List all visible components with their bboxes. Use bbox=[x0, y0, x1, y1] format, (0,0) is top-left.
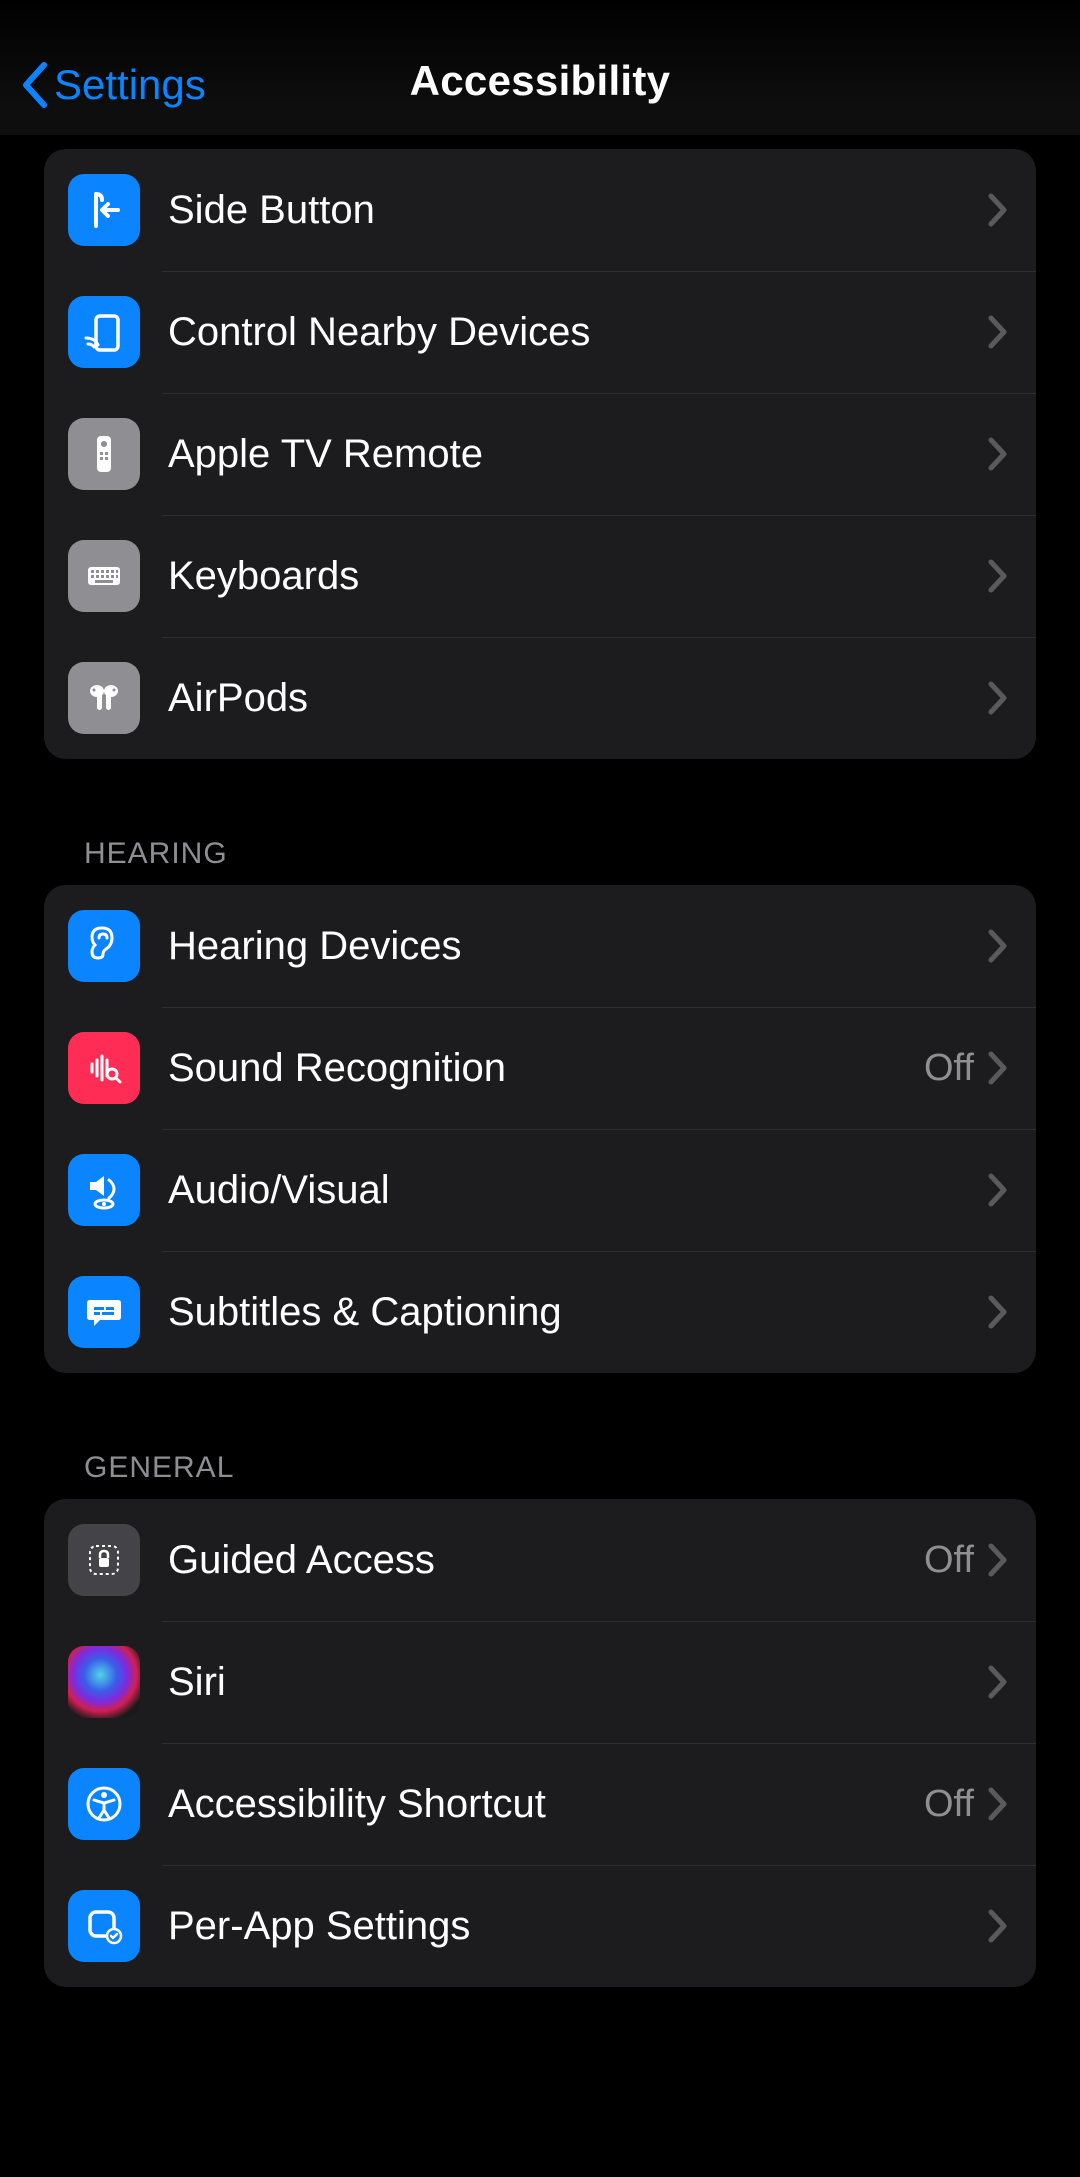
section-header-hearing: Hearing bbox=[84, 837, 1036, 871]
row-label: Sound Recognition bbox=[168, 1046, 924, 1091]
row-label: Audio/Visual bbox=[168, 1168, 988, 1213]
chevron-right-icon bbox=[988, 1173, 1008, 1207]
row-keyboards[interactable]: Keyboards bbox=[44, 515, 1036, 637]
row-label: Control Nearby Devices bbox=[168, 310, 988, 355]
group-general: Guided Access Off Siri Accessibility Sho… bbox=[44, 1499, 1036, 1987]
row-accessibility-shortcut[interactable]: Accessibility Shortcut Off bbox=[44, 1743, 1036, 1865]
row-per-app-settings[interactable]: Per-App Settings bbox=[44, 1865, 1036, 1987]
nav-bar: Settings Accessibility bbox=[0, 0, 1080, 135]
chevron-right-icon bbox=[988, 559, 1008, 593]
row-label: Per-App Settings bbox=[168, 1904, 988, 1949]
chevron-right-icon bbox=[988, 1051, 1008, 1085]
row-sound-recognition[interactable]: Sound Recognition Off bbox=[44, 1007, 1036, 1129]
row-label: Apple TV Remote bbox=[168, 432, 988, 477]
chevron-right-icon bbox=[988, 437, 1008, 471]
row-label: Keyboards bbox=[168, 554, 988, 599]
sound-recognition-icon bbox=[68, 1032, 140, 1104]
group-hearing: Hearing Devices Sound Recognitio bbox=[44, 885, 1036, 1373]
row-label: Accessibility Shortcut bbox=[168, 1782, 924, 1827]
back-label: Settings bbox=[54, 61, 206, 109]
row-hearing-devices[interactable]: Hearing Devices bbox=[44, 885, 1036, 1007]
row-side-button[interactable]: Side Button bbox=[44, 149, 1036, 271]
chevron-right-icon bbox=[988, 1295, 1008, 1329]
hearing-devices-icon bbox=[68, 910, 140, 982]
row-label: Guided Access bbox=[168, 1538, 924, 1583]
row-label: Siri bbox=[168, 1660, 988, 1705]
chevron-right-icon bbox=[988, 681, 1008, 715]
chevron-right-icon bbox=[988, 1909, 1008, 1943]
accessibility-shortcut-icon bbox=[68, 1768, 140, 1840]
chevron-right-icon bbox=[988, 193, 1008, 227]
row-audio-visual[interactable]: Audio/Visual bbox=[44, 1129, 1036, 1251]
per-app-settings-icon bbox=[68, 1890, 140, 1962]
section-header-general: General bbox=[84, 1451, 1036, 1485]
airpods-icon bbox=[68, 662, 140, 734]
group-physical: Side Button Control Nearby Devices bbox=[44, 149, 1036, 759]
chevron-right-icon bbox=[988, 929, 1008, 963]
row-label: Subtitles & Captioning bbox=[168, 1290, 988, 1335]
audio-visual-icon bbox=[68, 1154, 140, 1226]
row-label: AirPods bbox=[168, 676, 988, 721]
row-subtitles-captioning[interactable]: Subtitles & Captioning bbox=[44, 1251, 1036, 1373]
row-label: Side Button bbox=[168, 188, 988, 233]
row-airpods[interactable]: AirPods bbox=[44, 637, 1036, 759]
row-value: Off bbox=[924, 1539, 974, 1582]
back-button[interactable]: Settings bbox=[20, 61, 206, 109]
chevron-right-icon bbox=[988, 1787, 1008, 1821]
page-title: Accessibility bbox=[410, 57, 671, 105]
row-value: Off bbox=[924, 1047, 974, 1090]
apple-tv-remote-icon bbox=[68, 418, 140, 490]
guided-access-icon bbox=[68, 1524, 140, 1596]
row-control-nearby-devices[interactable]: Control Nearby Devices bbox=[44, 271, 1036, 393]
row-value: Off bbox=[924, 1783, 974, 1826]
chevron-right-icon bbox=[988, 1665, 1008, 1699]
control-nearby-devices-icon bbox=[68, 296, 140, 368]
row-label: Hearing Devices bbox=[168, 924, 988, 969]
siri-icon bbox=[68, 1646, 140, 1718]
row-siri[interactable]: Siri bbox=[44, 1621, 1036, 1743]
subtitles-icon bbox=[68, 1276, 140, 1348]
chevron-right-icon bbox=[988, 315, 1008, 349]
keyboards-icon bbox=[68, 540, 140, 612]
chevron-left-icon bbox=[20, 61, 50, 109]
content: Side Button Control Nearby Devices bbox=[0, 149, 1080, 2047]
row-guided-access[interactable]: Guided Access Off bbox=[44, 1499, 1036, 1621]
side-button-icon bbox=[68, 174, 140, 246]
row-apple-tv-remote[interactable]: Apple TV Remote bbox=[44, 393, 1036, 515]
chevron-right-icon bbox=[988, 1543, 1008, 1577]
